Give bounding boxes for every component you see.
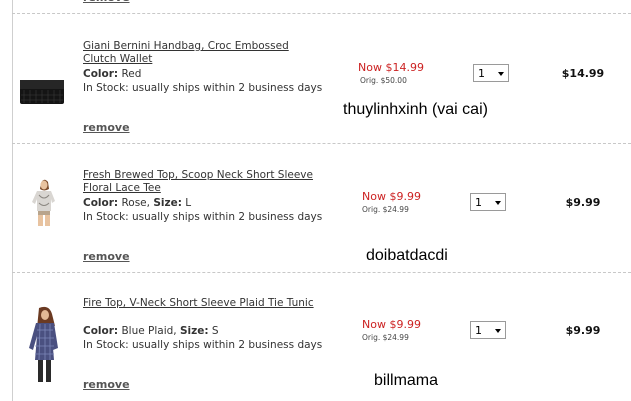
product-name-link[interactable]: Fresh Brewed Top, Scoop Neck Short Sleev… [83, 169, 323, 195]
size-label: Size: [153, 197, 182, 209]
sale-price: Now $14.99 [358, 61, 424, 74]
color-label: Color: [83, 197, 119, 209]
quantity-value: 1 [478, 67, 485, 80]
stock-status: In Stock: usually ships within 2 busines… [83, 82, 323, 94]
original-price: Orig. $24.99 [362, 205, 409, 214]
stock-status: In Stock: usually ships within 2 busines… [83, 339, 323, 351]
color-value: Blue Plaid, [121, 325, 177, 337]
quantity-select[interactable]: 1 [473, 64, 509, 82]
size-value: L [185, 197, 192, 209]
size-label: Size: [179, 325, 209, 337]
quantity-value: 1 [475, 324, 482, 337]
item-total: $9.99 [565, 324, 601, 337]
cart-item-row: Fresh Brewed Top, Scoop Neck Short Sleev… [13, 144, 631, 272]
item-total: $14.99 [561, 67, 605, 80]
color-label: Color: [83, 325, 119, 337]
remove-link[interactable]: remove [83, 250, 130, 263]
product-attributes: Color: Red In Stock: usually ships withi… [83, 67, 323, 95]
original-price: Orig. $24.99 [362, 333, 409, 342]
lace-tee-image[interactable] [27, 177, 61, 231]
remove-link[interactable]: remove [83, 121, 130, 134]
color-value: Rose, [121, 197, 150, 209]
quantity-select[interactable]: 1 [470, 193, 506, 211]
original-price: Orig. $50.00 [360, 76, 407, 85]
product-name-link[interactable]: Giani Bernini Handbag, Croc Embossed Clu… [83, 40, 323, 66]
cart-item-row: Fire Top, V-Neck Short Sleeve Plaid Tie … [13, 273, 631, 401]
quantity-select[interactable]: 1 [470, 321, 506, 339]
color-value: Red [121, 68, 142, 80]
overlay-caption: doibatdacdi [366, 247, 448, 264]
cart-item-row: Giani Bernini Handbag, Croc Embossed Clu… [13, 14, 631, 142]
sale-price: Now $9.99 [362, 318, 421, 331]
size-value: S [211, 325, 219, 337]
plaid-tunic-image[interactable] [25, 306, 65, 388]
product-attributes: Color: Rose, Size: L In Stock: usually s… [83, 196, 323, 224]
chevron-down-icon [498, 72, 504, 76]
remove-link[interactable]: remove [83, 378, 130, 391]
clutch-wallet-image[interactable] [19, 75, 65, 111]
sale-price: Now $9.99 [362, 190, 421, 203]
item-total: $9.99 [565, 196, 601, 209]
stock-status: In Stock: usually ships within 2 busines… [83, 211, 323, 223]
product-attributes: Color: Blue Plaid, Size: S In Stock: usu… [83, 324, 323, 352]
previous-remove-link[interactable]: remove [83, 0, 130, 4]
chevron-down-icon [495, 201, 501, 205]
product-name-link[interactable]: Fire Top, V-Neck Short Sleeve Plaid Tie … [83, 297, 323, 310]
quantity-value: 1 [475, 196, 482, 209]
chevron-down-icon [495, 329, 501, 333]
overlay-caption: billmama [374, 372, 439, 389]
color-label: Color: [83, 68, 119, 80]
overlay-caption: thuylinhxinh (vai cai) [343, 101, 488, 118]
